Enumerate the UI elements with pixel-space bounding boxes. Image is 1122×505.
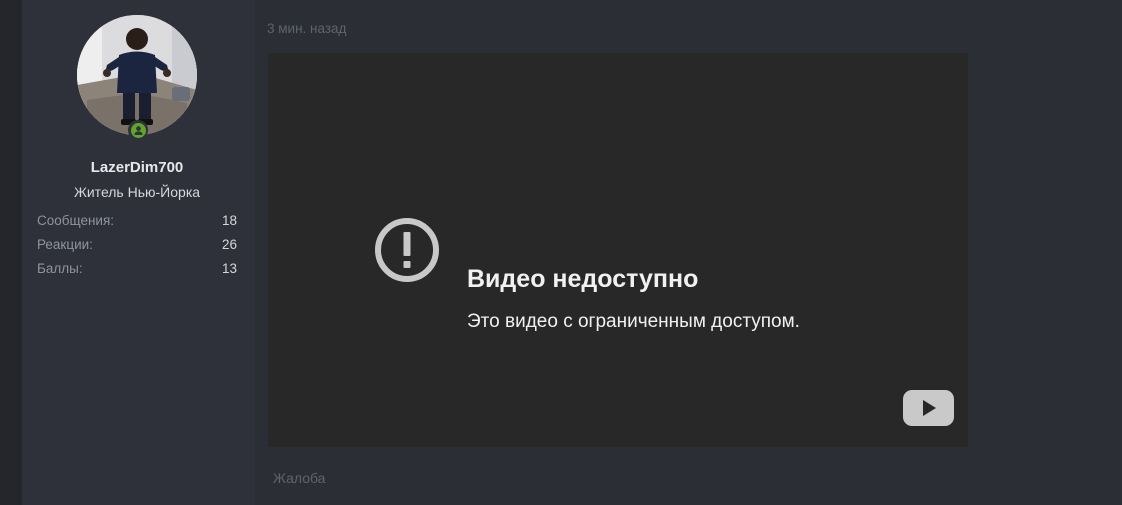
user-online-icon xyxy=(134,125,142,135)
left-strip xyxy=(0,0,22,505)
stat-row-messages: Сообщения: 18 xyxy=(37,211,237,235)
post-timestamp[interactable]: 3 мин. назад xyxy=(267,21,346,36)
alert-circle-icon xyxy=(375,218,439,282)
stat-label: Сообщения: xyxy=(37,213,115,228)
video-unavailable-title: Видео недоступно xyxy=(467,265,699,293)
video-embed[interactable]: Видео недоступно Это видео с ограниченны… xyxy=(268,53,968,447)
post-body: 3 мин. назад Видео недоступно Это видео … xyxy=(255,0,1122,505)
stat-label: Реакции: xyxy=(37,237,93,252)
report-link[interactable]: Жалоба xyxy=(273,470,325,486)
username-link[interactable]: LazerDim700 xyxy=(22,159,252,176)
stat-row-points: Баллы: 13 xyxy=(37,259,237,283)
stat-row-reactions: Реакции: 26 xyxy=(37,235,237,259)
page: LazerDim700 Житель Нью-Йорка Сообщения: … xyxy=(0,0,1122,505)
stat-value[interactable]: 13 xyxy=(222,259,237,283)
youtube-logo-icon[interactable] xyxy=(903,390,954,426)
stat-value: 26 xyxy=(221,237,237,252)
online-status-badge xyxy=(128,120,148,140)
avatar[interactable] xyxy=(77,15,197,135)
stat-value[interactable]: 18 xyxy=(222,211,237,235)
user-stats: Сообщения: 18 Реакции: 26 Баллы: 13 xyxy=(37,211,237,283)
user-title: Житель Нью-Йорка xyxy=(73,184,201,200)
user-sidebar: LazerDim700 Житель Нью-Йорка Сообщения: … xyxy=(22,0,255,505)
video-unavailable-message: Это видео с ограниченным доступом. xyxy=(467,311,800,332)
stat-label: Баллы: xyxy=(37,261,83,276)
